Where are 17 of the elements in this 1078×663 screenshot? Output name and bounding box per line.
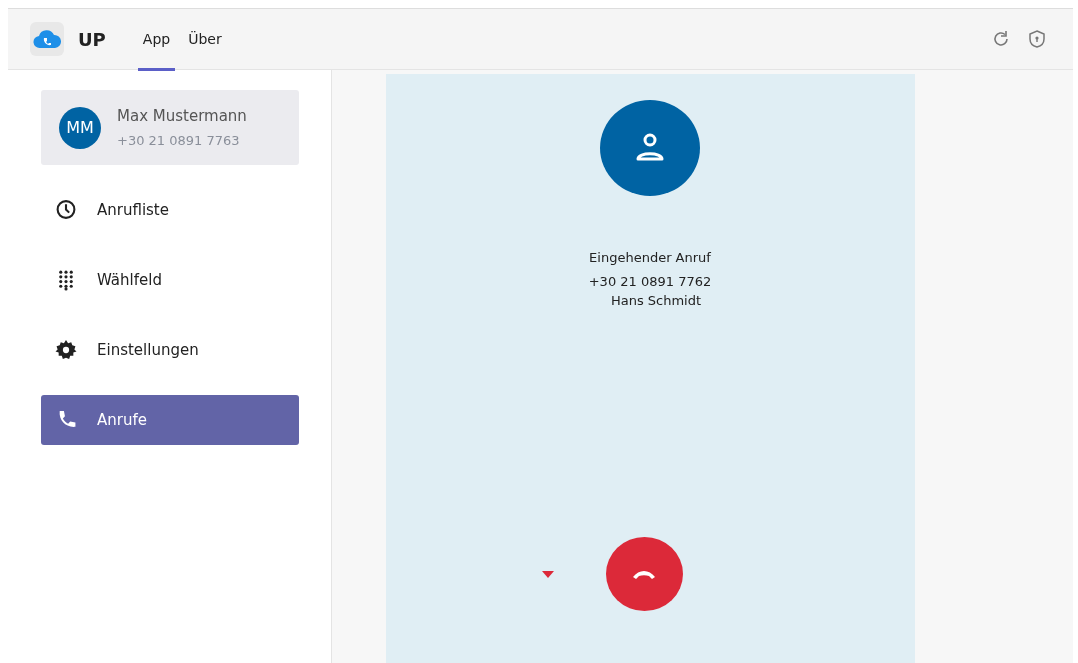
caller-name: Hans Schmidt: [610, 292, 702, 310]
sidebar-item[interactable]: Anrufe: [41, 395, 299, 445]
settings-icon: [55, 339, 77, 361]
caller-number: +30 21 0891 7762: [588, 272, 712, 291]
user-phone: +30 21 0891 7763: [117, 132, 241, 150]
user-avatar: MM: [59, 106, 101, 149]
user-name: Max Mustermann: [117, 105, 247, 127]
sidebar-item[interactable]: Einstellungen: [41, 325, 299, 375]
sidebar-item[interactable]: Wählfeld: [41, 255, 299, 305]
nav-tab[interactable]: App: [137, 10, 176, 71]
phone-icon: [631, 568, 657, 580]
app-name: UP: [78, 27, 106, 52]
cloud-icon: [33, 29, 61, 49]
sidebar-item[interactable]: Anrufliste: [41, 185, 299, 235]
clock-icon: [55, 199, 77, 221]
call-status: Eingehender Anruf: [589, 249, 711, 267]
nav-tab[interactable]: Über: [183, 10, 227, 71]
